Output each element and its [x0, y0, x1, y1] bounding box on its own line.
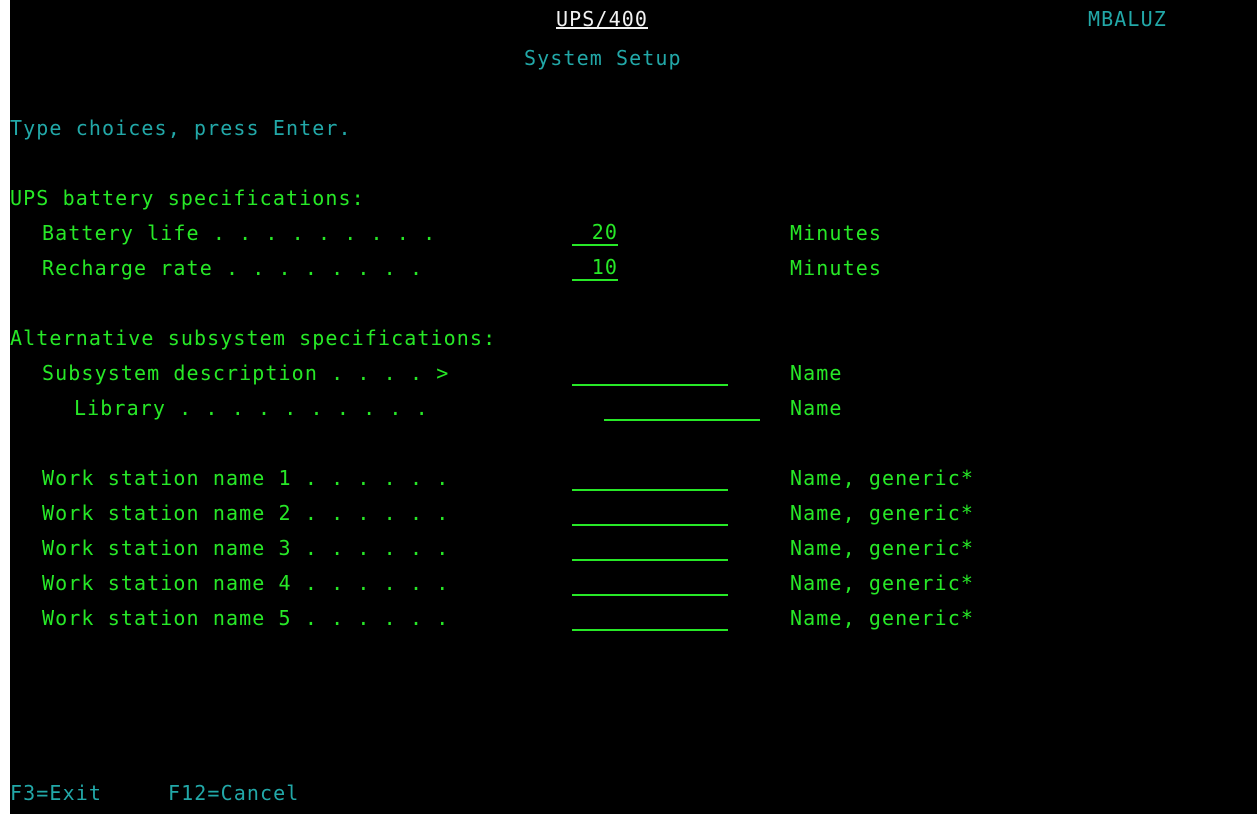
subsystem-description-row: Subsystem description . . . . > Name — [10, 356, 1257, 391]
workstation-label-3: Work station name 3 . . . . . . — [42, 536, 450, 560]
subsystem-description-label: Subsystem description . . . . > — [42, 361, 450, 385]
recharge-rate-unit: Minutes — [790, 256, 882, 280]
workstation-hint-4: Name, generic* — [790, 571, 974, 595]
terminal-screen: UPS/400 MBALUZ System Setup Type choices… — [10, 0, 1257, 814]
workstation-row-5: Work station name 5 . . . . . . Name, ge… — [10, 601, 1257, 636]
workstation-row-4: Work station name 4 . . . . . . Name, ge… — [10, 566, 1257, 601]
library-row: Library . . . . . . . . . . Name — [10, 391, 1257, 426]
workstation-label-5: Work station name 5 . . . . . . — [42, 606, 450, 630]
workstation-hint-5: Name, generic* — [790, 606, 974, 630]
f12-cancel-key[interactable]: F12=Cancel — [168, 776, 299, 811]
f3-exit-key[interactable]: F3=Exit — [10, 776, 102, 811]
battery-section-heading: UPS battery specifications: — [10, 186, 365, 210]
battery-life-row: Battery life . . . . . . . . . 20 Minute… — [10, 216, 1257, 251]
battery-life-input[interactable]: 20 — [572, 216, 618, 246]
user-id: MBALUZ — [1088, 7, 1167, 31]
subsystem-description-hint: Name — [790, 361, 843, 385]
workstation-hint-3: Name, generic* — [790, 536, 974, 560]
subsystem-description-input[interactable] — [572, 356, 728, 386]
workstation-hint-1: Name, generic* — [790, 466, 974, 490]
library-label: Library . . . . . . . . . . — [74, 396, 429, 420]
workstation-input-5[interactable] — [572, 601, 728, 631]
workstation-input-3[interactable] — [572, 531, 728, 561]
library-input[interactable] — [604, 391, 760, 421]
page-title: System Setup — [524, 46, 682, 70]
workstation-hint-2: Name, generic* — [790, 501, 974, 525]
recharge-rate-input[interactable]: 10 — [572, 251, 618, 281]
subtitle-row: System Setup — [10, 41, 1257, 76]
battery-life-unit: Minutes — [790, 221, 882, 245]
workstation-input-2[interactable] — [572, 496, 728, 526]
subsystem-section-heading: Alternative subsystem specifications: — [10, 326, 497, 350]
instruction-row: Type choices, press Enter. — [10, 111, 1257, 146]
battery-heading-row: UPS battery specifications: — [10, 181, 1257, 216]
battery-life-label: Battery life . . . . . . . . . — [42, 221, 437, 245]
app-title: UPS/400 — [556, 7, 648, 31]
workstation-input-4[interactable] — [572, 566, 728, 596]
header-row: UPS/400 MBALUZ — [10, 2, 1257, 37]
workstation-label-2: Work station name 2 . . . . . . — [42, 501, 450, 525]
workstation-label-1: Work station name 1 . . . . . . — [42, 466, 450, 490]
subsystem-heading-row: Alternative subsystem specifications: — [10, 321, 1257, 356]
recharge-rate-label: Recharge rate . . . . . . . . — [42, 256, 424, 280]
workstation-row-3: Work station name 3 . . . . . . Name, ge… — [10, 531, 1257, 566]
recharge-rate-value: 10 — [591, 255, 618, 279]
workstation-label-4: Work station name 4 . . . . . . — [42, 571, 450, 595]
workstation-input-1[interactable] — [572, 461, 728, 491]
recharge-rate-row: Recharge rate . . . . . . . . 10 Minutes — [10, 251, 1257, 286]
workstation-row-2: Work station name 2 . . . . . . Name, ge… — [10, 496, 1257, 531]
library-hint: Name — [790, 396, 843, 420]
instruction-text: Type choices, press Enter. — [10, 116, 352, 140]
workstation-row-1: Work station name 1 . . . . . . Name, ge… — [10, 461, 1257, 496]
battery-life-value: 20 — [591, 220, 618, 244]
function-key-bar: F3=Exit F12=Cancel — [10, 776, 1257, 811]
